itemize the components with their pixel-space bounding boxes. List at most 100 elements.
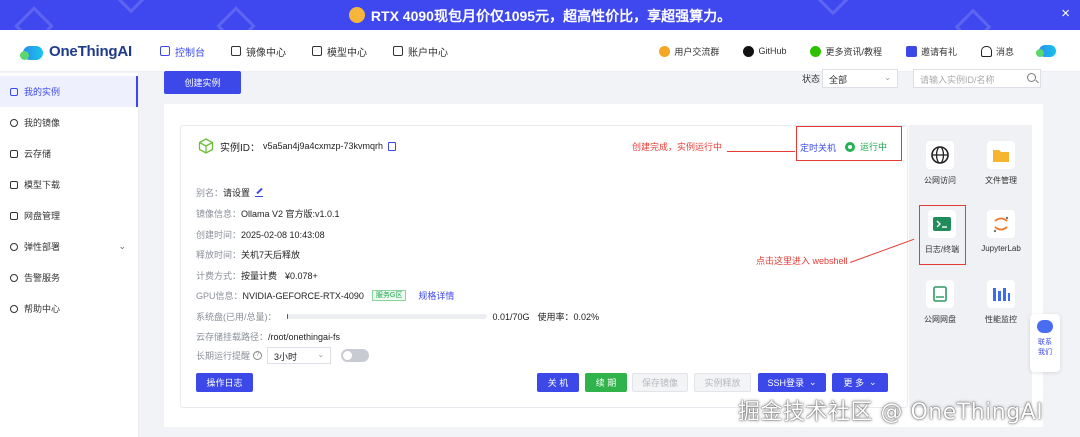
chat-bubble-icon: [1037, 320, 1053, 333]
image-value: Ollama V2 官方版:v1.0.1: [241, 209, 340, 219]
disk-usage-bar: [286, 314, 487, 319]
help-icon[interactable]: ?: [253, 351, 263, 360]
banner-message[interactable]: RTX 4090现包月价仅1095元，超高性价比，享超强算力。: [0, 6, 1080, 26]
edit-icon[interactable]: [255, 189, 264, 197]
github-link[interactable]: GitHub: [743, 45, 787, 57]
tool-public-drive[interactable]: 公网网盘: [916, 280, 964, 325]
chart-icon: [987, 280, 1015, 308]
shutdown-button[interactable]: 关 机: [537, 373, 579, 392]
drive-icon: [10, 211, 18, 220]
tool-public-access[interactable]: 公网访问: [916, 141, 964, 186]
gpu-row: GPU信息： NVIDIA-GEFORCE-RTX-4090 服务G区 规格详情: [196, 289, 454, 302]
sidebar-item-storage[interactable]: 云存储: [0, 138, 138, 169]
nav-right-label: GitHub: [758, 46, 787, 56]
nav-account-center[interactable]: 账户中心: [393, 30, 448, 72]
messages-link[interactable]: 消息: [980, 45, 1014, 58]
sidebar-item-label: 我的镜像: [24, 118, 61, 128]
tool-performance-monitor[interactable]: 性能监控: [977, 280, 1025, 325]
tool-file-manager[interactable]: 文件管理: [977, 141, 1025, 186]
more-button[interactable]: 更 多 ⌄: [832, 373, 888, 392]
avatar[interactable]: [1036, 43, 1056, 59]
nav-label: 模型中心: [327, 47, 367, 59]
reminder-value: 3小时: [274, 352, 298, 362]
status-badge: 运行中: [845, 140, 887, 153]
help-icon: [10, 304, 18, 313]
account-icon: [393, 46, 403, 56]
scheduled-shutdown-link[interactable]: 定时关机: [800, 141, 836, 154]
more-label: 更 多: [843, 378, 864, 388]
chat-icon: [659, 45, 671, 57]
annotation-arrow: [727, 151, 795, 152]
fire-icon: [348, 7, 365, 23]
search-placeholder: 请输入实例ID/名称: [920, 75, 995, 85]
nav-right-label: 邀请有礼: [920, 46, 957, 57]
tool-jupyterlab[interactable]: JupyterLab: [977, 210, 1025, 253]
news-link[interactable]: 更多资讯/教程: [810, 45, 882, 58]
alias-value[interactable]: 请设置: [223, 186, 250, 199]
create-instance-button[interactable]: 创建实例: [164, 71, 241, 94]
contact-us-button[interactable]: 联系 我们: [1030, 314, 1060, 372]
model-icon: [312, 46, 322, 56]
nav-label: 控制台: [175, 47, 205, 59]
billing-row: 计费方式： 按量计费 ¥0.078+: [196, 269, 318, 282]
nav-model-center[interactable]: 模型中心: [312, 30, 367, 72]
renew-button[interactable]: 续 期: [585, 373, 627, 392]
instance-id: v5a5an4j9a4cxmzp-73kvmqrh: [263, 141, 384, 151]
instance-id-label: 实例ID：: [220, 142, 260, 154]
tool-label: 公网网盘: [924, 315, 956, 324]
save-image-button[interactable]: 保存镜像: [632, 373, 688, 392]
ssh-login-button[interactable]: SSH登录 ⌄: [758, 373, 826, 392]
terminal-icon: [928, 210, 956, 238]
spec-details-link[interactable]: 规格详情: [418, 289, 454, 302]
globe-icon: [926, 141, 954, 169]
release-button[interactable]: 实例释放: [694, 373, 751, 392]
sidebar-item-instances[interactable]: 我的实例: [0, 76, 138, 107]
jupyter-icon: [987, 210, 1015, 238]
billing-value: 按量计费: [241, 271, 278, 281]
watermark: 掘金技术社区 @ OneThingAI: [738, 400, 1044, 425]
invite-link[interactable]: 邀请有礼: [905, 45, 957, 58]
github-icon: [743, 45, 755, 57]
drive-icon: [926, 280, 954, 308]
usage-label: 使用率：: [537, 312, 574, 322]
tool-label: 文件管理: [985, 176, 1017, 185]
operation-log-button[interactable]: 操作日志: [196, 373, 253, 392]
sidebar-item-alerts[interactable]: 告警服务: [0, 262, 138, 293]
sidebar-item-model-download[interactable]: 模型下载: [0, 169, 138, 200]
sidebar-item-drive[interactable]: 网盘管理: [0, 200, 138, 231]
tool-log-terminal[interactable]: 日志/终端: [918, 210, 966, 255]
status-filter-label: 状态: [802, 74, 821, 84]
status-filter-select[interactable]: 全部 ⌄: [822, 69, 898, 88]
billing-price: ¥0.078+: [285, 270, 318, 281]
top-navbar: OneThingAI 控制台 镜像中心 模型中心 账户中心 用户交流群 GitH…: [0, 30, 1080, 72]
mount-value: /root/onethingai-fs: [268, 331, 341, 342]
chevron-down-icon: ⌄: [868, 377, 877, 387]
gpu-label: GPU信息：: [196, 291, 243, 301]
tool-label: JupyterLab: [981, 244, 1021, 253]
reminder-row: 长期运行提醒? 3小时 ⌄: [196, 347, 370, 364]
sidebar-item-elastic-deploy[interactable]: 弹性部署 ⌄: [0, 231, 138, 262]
sidebar-item-label: 云存储: [24, 149, 52, 159]
created-label: 创建时间：: [196, 230, 242, 240]
folder-icon: [987, 141, 1015, 169]
reminder-toggle[interactable]: [341, 349, 370, 362]
cloud-logo-icon: [20, 42, 44, 60]
sidebar-item-help[interactable]: 帮助中心: [0, 293, 138, 324]
close-icon[interactable]: ×: [1061, 6, 1070, 22]
console-icon: [160, 46, 170, 56]
sidebar-item-images[interactable]: 我的镜像: [0, 107, 138, 138]
storage-icon: [10, 149, 18, 158]
nav-image-center[interactable]: 镜像中心: [231, 30, 286, 72]
user-group-link[interactable]: 用户交流群: [659, 45, 719, 58]
nav-console[interactable]: 控制台: [160, 30, 205, 72]
image-icon: [231, 46, 241, 56]
copy-icon[interactable]: [388, 141, 397, 151]
gpu-value: NVIDIA-GEFORCE-RTX-4090: [242, 290, 364, 301]
search-input[interactable]: 请输入实例ID/名称: [913, 69, 1041, 88]
disk-usage-fill: [286, 314, 288, 319]
search-icon[interactable]: [1027, 73, 1036, 82]
mount-row: 云存储挂载路径：/root/onethingai-fs: [196, 330, 340, 343]
logo[interactable]: OneThingAI: [20, 40, 132, 62]
alias-label: 别名：: [196, 188, 224, 198]
reminder-select[interactable]: 3小时 ⌄: [267, 347, 332, 364]
